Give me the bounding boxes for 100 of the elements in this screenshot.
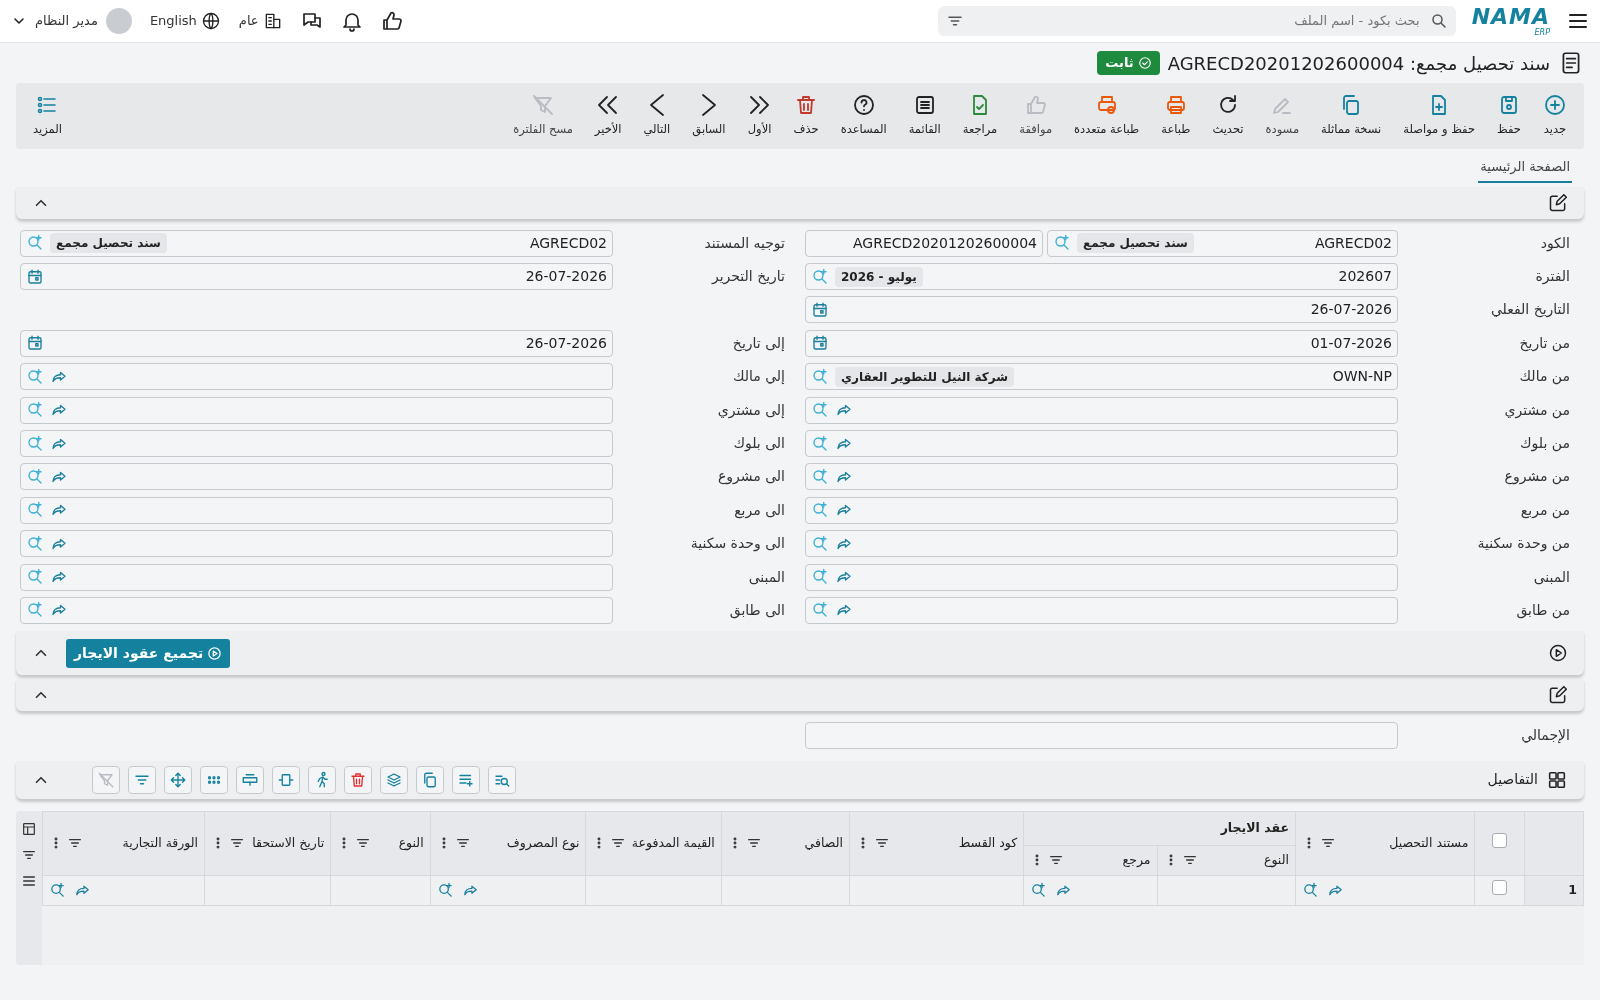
search-field[interactable]: بحث بكود - اسم الملف: [937, 6, 1456, 36]
field-label: من مشتري: [1503, 400, 1571, 421]
search-plus-icon: [436, 881, 454, 899]
lookup-field[interactable]: [805, 530, 1398, 558]
filter-clear-icon: [531, 93, 555, 118]
printer-button[interactable]: طباعة متعددة: [1065, 89, 1149, 143]
user-menu[interactable]: مدير النظام: [10, 7, 133, 35]
refresh-button[interactable]: تحديث: [1203, 89, 1253, 143]
trash-button[interactable]: [344, 765, 372, 794]
save-button[interactable]: حفظ: [1488, 89, 1530, 143]
copy-button[interactable]: نسخة مماثلة: [1312, 89, 1391, 143]
trash-button[interactable]: حذف: [784, 89, 828, 143]
help-icon: [851, 93, 876, 118]
lookup-field[interactable]: [20, 430, 613, 458]
calendar-icon: [811, 334, 829, 353]
field-label: الى مربع: [733, 500, 786, 521]
chevron-button[interactable]: السابق: [683, 89, 735, 143]
column-header[interactable]: النوع: [375, 833, 424, 853]
text-field[interactable]: [805, 722, 1398, 750]
row-checkbox[interactable]: [1491, 879, 1507, 895]
language-link[interactable]: English: [148, 10, 222, 32]
play-icon[interactable]: [1548, 643, 1568, 664]
lookup-field[interactable]: [805, 430, 1398, 458]
lookup-field[interactable]: [20, 463, 613, 491]
filter-button[interactable]: [128, 765, 156, 794]
search-plus-icon: [26, 434, 44, 453]
document-plus-button[interactable]: حفظ و مواصلة: [1394, 89, 1484, 143]
edit-icon[interactable]: [1548, 192, 1568, 213]
column-header[interactable]: الصافي: [765, 833, 843, 853]
copy-icon: [421, 770, 439, 789]
lookup-field[interactable]: [20, 363, 613, 391]
plus-circle-button[interactable]: جديد: [1534, 89, 1576, 143]
field-label: التاريخ الفعلي: [1489, 300, 1571, 320]
lookup-field[interactable]: [20, 396, 613, 424]
more-button[interactable]: المزيد: [24, 89, 71, 143]
printer-button[interactable]: طباعة: [1152, 89, 1200, 143]
select-all-checkbox[interactable]: [1491, 832, 1507, 848]
move-button[interactable]: [164, 765, 192, 794]
field-label: الكود: [1539, 233, 1571, 254]
lookup-field[interactable]: [20, 563, 613, 591]
plus-circle-icon: [1543, 93, 1567, 118]
date-field[interactable]: 01-07-2026: [805, 329, 1398, 357]
globe-icon: [200, 11, 221, 31]
field-value: 01-07-2026: [1310, 333, 1392, 353]
field-label: إلى مشتري: [716, 400, 786, 421]
branch-selector[interactable]: عام: [237, 10, 284, 32]
field-label: إلى تاريخ: [731, 333, 786, 354]
lookup-tag: يوليو - 2026: [835, 266, 923, 287]
field-value: AGRECD20201202600004: [853, 233, 1037, 253]
add-row-button[interactable]: [452, 765, 480, 794]
copy-button[interactable]: [416, 765, 444, 794]
search-plus-icon: [26, 367, 44, 386]
search-plus-icon: [1030, 881, 1048, 899]
chevron-button[interactable]: التالي: [634, 89, 680, 143]
date-field[interactable]: 26-07-2026: [20, 263, 613, 291]
field-label: الفترة: [1534, 267, 1571, 287]
field-value: 202607: [1338, 267, 1392, 287]
field-label: من مشروع: [1503, 467, 1571, 487]
running-figure-button[interactable]: [308, 765, 336, 794]
field-label: من وحدة سكنية: [1476, 534, 1571, 554]
date-field[interactable]: 26-07-2026: [805, 296, 1398, 324]
search-plus-icon: [49, 881, 66, 899]
column-header[interactable]: القيمة المدفوعة: [630, 833, 715, 853]
date-field[interactable]: 26-07-2026: [20, 329, 613, 357]
list-button[interactable]: القائمة: [899, 89, 950, 143]
check-icon: [1137, 56, 1152, 70]
lookup-tag: سند تحصيل مجمع: [1077, 233, 1194, 254]
column-button[interactable]: [272, 765, 300, 794]
dots-button[interactable]: [200, 765, 228, 794]
search-icon: [1429, 12, 1448, 30]
lookup-field[interactable]: [805, 563, 1398, 591]
move-icon: [169, 770, 187, 789]
layers-button[interactable]: [380, 765, 408, 794]
search-list-button[interactable]: [488, 765, 516, 794]
text-field[interactable]: AGRECD20201202600004: [805, 229, 1043, 257]
edit-icon[interactable]: [1548, 685, 1568, 706]
column-header[interactable]: تاريخ الاستحقا: [249, 833, 325, 853]
calendar-icon: [26, 267, 44, 286]
field-label: من مربع: [1519, 500, 1571, 521]
help-button[interactable]: المساعدة: [831, 89, 896, 143]
field-label: المبنى: [747, 567, 786, 587]
lookup-field[interactable]: [20, 530, 613, 558]
tab[interactable]: الصفحة الرئيسية: [1478, 153, 1572, 183]
field-value: AGRECD02: [529, 233, 607, 253]
lookup-field[interactable]: [805, 496, 1398, 524]
field-label: الى بلوك: [732, 434, 786, 454]
column-button[interactable]: [236, 765, 264, 794]
field-label: تاريخ التحرير: [710, 267, 786, 287]
lookup-field[interactable]: [805, 597, 1398, 624]
collect-button[interactable]: تجميع عقود الايجار: [66, 638, 231, 668]
double-chevron-button[interactable]: الأخير: [585, 89, 631, 143]
double-chevron-button[interactable]: الأول: [738, 89, 781, 143]
lookup-field[interactable]: [805, 396, 1398, 424]
document-check-button[interactable]: مراجعة: [953, 89, 1007, 143]
lookup-field[interactable]: [20, 496, 613, 524]
field-label: إلي مالك: [731, 367, 786, 387]
field-value: 26-07-2026: [1310, 300, 1392, 320]
lookup-field[interactable]: [20, 597, 613, 624]
lookup-field[interactable]: [805, 463, 1398, 491]
search-input[interactable]: بحث بكود - اسم الملف: [971, 10, 1422, 32]
